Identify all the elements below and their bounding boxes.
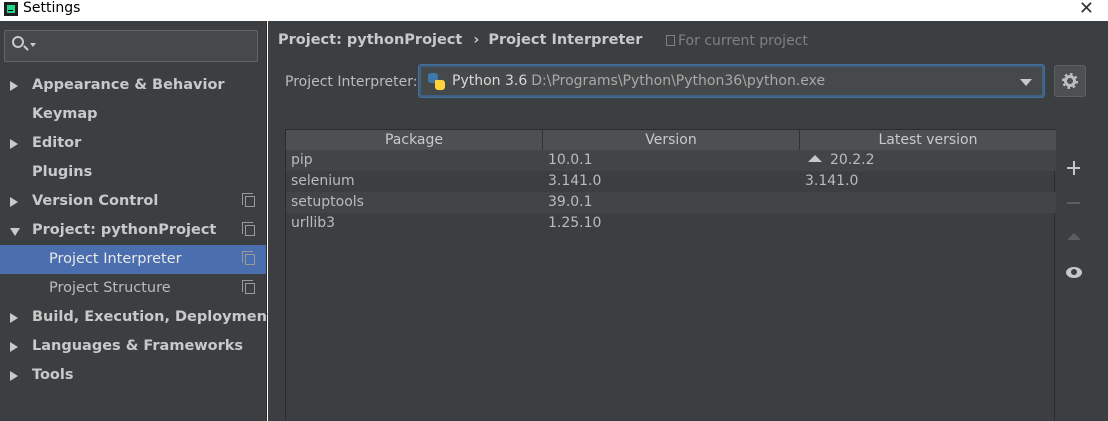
sidebar-item-languages-frameworks[interactable]: Languages & Frameworks xyxy=(0,332,266,361)
settings-tree: Appearance & Behavior Keymap Editor Plugins… xyxy=(0,71,274,390)
column-header-latest-version[interactable]: Latest version xyxy=(800,130,1056,150)
remove-package-button[interactable] xyxy=(1058,189,1090,217)
sidebar-item-label: Keymap xyxy=(32,106,98,122)
cell-latest: 3.141.0 xyxy=(800,171,1056,192)
cell-package: pip xyxy=(286,150,543,171)
project-scope-icon xyxy=(666,35,675,46)
settings-sidebar: Appearance & Behavior Keymap Editor Plugins… xyxy=(0,21,274,421)
expand-right-arrow-icon[interactable] xyxy=(10,342,18,352)
window-title: Settings xyxy=(23,0,81,16)
cell-package-text: selenium xyxy=(291,173,355,189)
cell-version-text: 3.141.0 xyxy=(548,173,602,189)
table-row[interactable]: setuptools 39.0.1 xyxy=(286,192,1056,213)
sidebar-item-label: Project: pythonProject xyxy=(32,222,217,238)
add-package-button[interactable] xyxy=(1058,154,1090,182)
sidebar-item-tools[interactable]: Tools xyxy=(0,361,266,390)
cell-latest-text: 20.2.2 xyxy=(830,152,875,168)
sidebar-item-version-control[interactable]: Version Control xyxy=(0,187,266,216)
cell-package-text: pip xyxy=(291,152,313,168)
breadcrumb-root[interactable]: Project: pythonProject xyxy=(278,32,462,48)
pycharm-app-icon xyxy=(4,2,18,16)
cell-version-text: 10.0.1 xyxy=(548,152,593,168)
column-header-package[interactable]: Package xyxy=(286,130,543,150)
sidebar-item-project-interpreter[interactable]: Project Interpreter xyxy=(0,245,266,274)
cell-package: selenium xyxy=(286,171,543,192)
cell-version: 10.0.1 xyxy=(543,150,800,171)
sidebar-item-project-pythonproject[interactable]: Project: pythonProject xyxy=(0,216,266,245)
cell-latest xyxy=(800,213,1056,234)
cell-package: urllib3 xyxy=(286,213,543,234)
sidebar-item-label: Languages & Frameworks xyxy=(32,338,244,354)
packages-table: Package Version Latest version pip 10.0.1… xyxy=(285,129,1056,421)
settings-search-input[interactable] xyxy=(4,30,258,62)
package-actions-toolbar xyxy=(1058,129,1090,421)
sidebar-item-label: Project Structure xyxy=(49,280,171,296)
table-row[interactable]: selenium 3.141.0 3.141.0 xyxy=(286,171,1056,192)
upgrade-package-button[interactable] xyxy=(1058,224,1090,252)
column-header-version[interactable]: Version xyxy=(543,130,800,150)
close-icon[interactable]: ✕ xyxy=(1079,0,1094,19)
sidebar-item-project-structure[interactable]: Project Structure xyxy=(0,274,266,303)
sidebar-item-label: Build, Execution, Deployment xyxy=(32,309,274,325)
show-early-releases-eye-icon[interactable] xyxy=(1058,259,1090,287)
cell-package-text: setuptools xyxy=(291,194,364,210)
table-body: pip 10.0.1 20.2.2 selenium 3.141.0 3.141.0 set… xyxy=(286,150,1056,234)
sidebar-item-label: Editor xyxy=(32,135,82,151)
cell-package: setuptools xyxy=(286,192,543,213)
expand-right-arrow-icon[interactable] xyxy=(10,371,18,381)
cell-version-text: 39.0.1 xyxy=(548,194,593,210)
interpreter-label: Project Interpreter: xyxy=(285,74,418,90)
table-row[interactable]: pip 10.0.1 20.2.2 xyxy=(286,150,1056,171)
sidebar-item-label: Appearance & Behavior xyxy=(32,77,225,93)
table-header: Package Version Latest version xyxy=(286,130,1056,150)
sidebar-item-label: Project Interpreter xyxy=(49,251,182,267)
search-options-chevron-icon[interactable] xyxy=(30,43,36,47)
breadcrumb-current: Project Interpreter xyxy=(488,32,643,48)
expand-right-arrow-icon[interactable] xyxy=(10,139,18,149)
upgrade-available-icon xyxy=(808,155,822,162)
project-level-copy-icon xyxy=(242,193,255,207)
sidebar-item-keymap[interactable]: Keymap xyxy=(0,100,266,129)
interpreter-path: D:\Programs\Python\Python36\python.exe xyxy=(531,73,826,89)
project-level-copy-icon xyxy=(242,280,255,294)
sidebar-item-build-execution-deployment[interactable]: Build, Execution, Deployment xyxy=(0,303,274,332)
sidebar-item-editor[interactable]: Editor xyxy=(0,129,266,158)
expand-right-arrow-icon[interactable] xyxy=(10,313,18,323)
interpreter-settings-button[interactable] xyxy=(1054,65,1086,97)
sidebar-item-label: Plugins xyxy=(32,164,93,180)
cell-package-text: urllib3 xyxy=(291,215,336,231)
cell-latest: 20.2.2 xyxy=(800,150,1056,171)
breadcrumb-separator: › xyxy=(473,32,480,48)
project-level-copy-icon xyxy=(242,251,255,265)
cell-version-text: 1.25.10 xyxy=(548,215,602,231)
sidebar-item-label: Version Control xyxy=(32,193,159,209)
title-bar: Settings ✕ xyxy=(0,0,1108,21)
breadcrumb: Project: pythonProject › Project Interpret… xyxy=(278,32,642,48)
sidebar-item-appearance-behavior[interactable]: Appearance & Behavior xyxy=(0,71,266,100)
expand-down-arrow-icon[interactable] xyxy=(10,228,20,236)
gear-icon xyxy=(1062,73,1078,89)
expand-right-arrow-icon[interactable] xyxy=(10,81,18,91)
cell-version: 39.0.1 xyxy=(543,192,800,213)
cell-latest-text: 3.141.0 xyxy=(805,173,859,189)
cell-version: 1.25.10 xyxy=(543,213,800,234)
cell-version: 3.141.0 xyxy=(543,171,800,192)
project-level-copy-icon xyxy=(242,222,255,236)
sidebar-item-label: Tools xyxy=(32,367,74,383)
table-row[interactable]: urllib3 1.25.10 xyxy=(286,213,1056,234)
cell-latest xyxy=(800,192,1056,213)
chevron-down-icon[interactable] xyxy=(1020,79,1032,86)
project-interpreter-panel: Project: pythonProject › Project Interpret… xyxy=(268,21,1108,421)
search-icon xyxy=(12,36,24,48)
python-icon xyxy=(428,73,445,90)
sidebar-item-plugins[interactable]: Plugins xyxy=(0,158,266,187)
expand-right-arrow-icon[interactable] xyxy=(10,197,18,207)
interpreter-name: Python 3.6 xyxy=(452,73,528,89)
for-current-project-label: For current project xyxy=(678,33,808,49)
for-current-project-note: For current project xyxy=(666,33,808,49)
interpreter-select[interactable]: Python 3.6 D:\Programs\Python\Python36\py… xyxy=(419,65,1044,97)
